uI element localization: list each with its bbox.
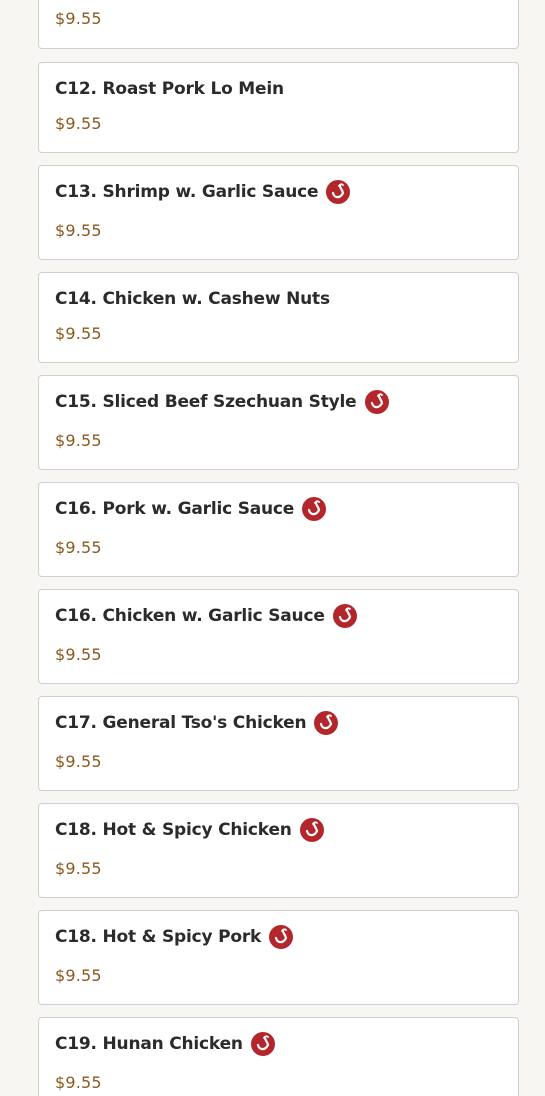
menu-item-price: $9.55 [55,966,102,985]
menu-item-card[interactable]: C18. Hot & Spicy Pork $9.55 [38,910,519,1005]
menu-item-name: C16. Chicken w. Garlic Sauce [55,606,325,626]
menu-item-name: C12. Roast Pork Lo Mein [55,79,284,99]
menu-item-card[interactable]: C19. Hunan Chicken $9.55 [38,1017,519,1096]
menu-item-name: C18. Hot & Spicy Pork [55,927,262,947]
menu-item-card[interactable]: C12. Roast Pork Lo Mein $9.55 [38,62,519,153]
spicy-pepper-icon [302,497,327,521]
menu-item-price: $9.55 [55,221,102,240]
menu-item-name: C14. Chicken w. Cashew Nuts [55,289,330,309]
menu-item-card[interactable]: C17. General Tso's Chicken $9.55 [38,696,519,791]
spicy-pepper-icon [314,711,339,735]
menu-list: $9.55 C12. Roast Pork Lo Mein $9.55 C13.… [0,0,545,1096]
menu-item-price: $9.55 [55,324,102,343]
menu-item-price: $9.55 [55,1073,102,1092]
menu-item-price: $9.55 [55,114,102,133]
menu-item-card[interactable]: C13. Shrimp w. Garlic Sauce $9.55 [38,165,519,260]
menu-item-price: $9.55 [55,859,102,878]
menu-item-price: $9.55 [55,9,102,28]
menu-item-card[interactable]: C16. Chicken w. Garlic Sauce $9.55 [38,589,519,684]
spicy-pepper-icon [326,180,351,204]
spicy-pepper-icon [332,604,357,628]
menu-item-price: $9.55 [55,538,102,557]
menu-item-name: C19. Hunan Chicken [55,1034,243,1054]
spicy-pepper-icon [250,1032,275,1056]
menu-item-name: C16. Pork w. Garlic Sauce [55,499,295,519]
menu-item-card[interactable]: C14. Chicken w. Cashew Nuts $9.55 [38,272,519,363]
menu-item-name: C17. General Tso's Chicken [55,713,307,733]
menu-item-card[interactable]: C16. Pork w. Garlic Sauce $9.55 [38,482,519,577]
menu-item-name: C15. Sliced Beef Szechuan Style [55,392,357,412]
menu-item-name: C18. Hot & Spicy Chicken [55,820,292,840]
menu-item-price: $9.55 [55,431,102,450]
menu-item-price: $9.55 [55,752,102,771]
menu-item-card[interactable]: $9.55 [38,0,519,49]
menu-item-card[interactable]: C15. Sliced Beef Szechuan Style $9.55 [38,375,519,470]
menu-item-price: $9.55 [55,645,102,664]
spicy-pepper-icon [269,925,294,949]
menu-item-name: C13. Shrimp w. Garlic Sauce [55,182,319,202]
spicy-pepper-icon [299,818,324,842]
menu-item-card[interactable]: C18. Hot & Spicy Chicken $9.55 [38,803,519,898]
spicy-pepper-icon [364,390,389,414]
